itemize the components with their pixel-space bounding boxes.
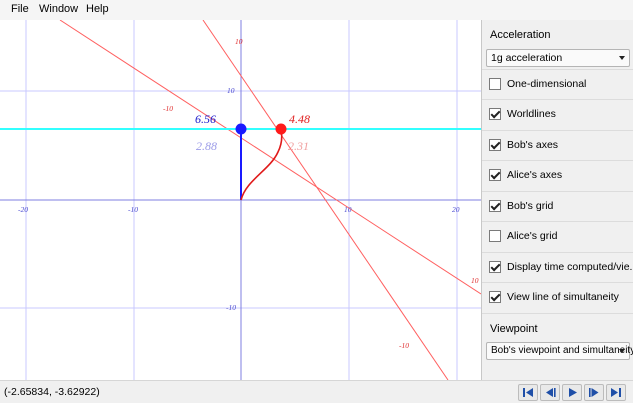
menu-bar: File Window Help [0,0,633,21]
checkbox-one-dimensional[interactable] [489,78,501,90]
tick-y-pos10: 10 [227,86,235,95]
play-icon [569,388,577,397]
alice-time-secondary: 2.31 [288,139,309,153]
skip-to-start-button[interactable] [518,384,538,401]
tick-x-pos10: 10 [344,205,352,214]
checkbox-display-time[interactable] [489,261,501,273]
acceleration-label: Acceleration [490,29,551,41]
checkbox-bobs-axes[interactable] [489,139,501,151]
checkbox-alices-axes[interactable] [489,169,501,181]
checkbox-line-of-simultaneity[interactable] [489,291,501,303]
checkbox-worldlines[interactable] [489,108,501,120]
option-line-of-simultaneity[interactable]: View line of simultaneity [482,282,633,312]
option-bobs-grid[interactable]: Bob's grid [482,191,633,221]
option-display-time[interactable]: Display time computed/vie... [482,252,633,282]
option-bobs-axes[interactable]: Bob's axes [482,130,633,160]
option-alices-axes[interactable]: Alice's axes [482,160,633,190]
acceleration-dropdown[interactable]: 1g acceleration [486,49,630,67]
viewpoint-dropdown-value: Bob's viewpoint and simultaneity [491,345,633,356]
option-worldlines[interactable]: Worldlines [482,99,633,129]
chevron-down-icon [619,349,625,353]
checkbox-bobs-grid[interactable] [489,200,501,212]
spacetime-diagram[interactable]: -20 -10 10 20 10 -10 10 -10 -10 10 6.56 … [0,20,481,380]
tick-x-pos20: 20 [452,205,460,214]
skip-to-end-button[interactable] [606,384,626,401]
skip-to-end-icon [611,388,621,397]
status-bar: (-2.65834, -3.62922) [0,380,633,403]
coordinate-readout: (-2.65834, -3.62922) [4,386,100,398]
option-label: Bob's grid [507,200,554,212]
menu-help[interactable]: Help [86,3,109,15]
option-alices-grid[interactable]: Alice's grid [482,221,633,251]
option-label: Bob's axes [507,139,559,151]
checkbox-alices-grid[interactable] [489,230,501,242]
viewpoint-section: Viewpoint Bob's viewpoint and simultanei… [482,313,633,380]
bob-time-secondary: 2.88 [196,139,217,153]
step-forward-button[interactable] [584,384,604,401]
option-label: Worldlines [507,108,556,120]
tick-x-neg20: -20 [18,205,28,214]
menu-window[interactable]: Window [39,3,78,15]
option-label: View line of simultaneity [507,291,619,303]
alice-tick-x-neg10: -10 [163,104,173,113]
alice-tick-x-pos10: 10 [471,276,479,285]
alice-marker[interactable] [275,123,287,135]
bob-marker[interactable] [235,123,247,135]
spacetime-canvas[interactable]: -20 -10 10 20 10 -10 10 -10 -10 10 6.56 … [0,20,482,380]
step-back-button[interactable] [540,384,560,401]
tick-x-neg10: -10 [128,205,138,214]
viewpoint-dropdown[interactable]: Bob's viewpoint and simultaneity [486,342,633,360]
skip-to-start-icon [523,388,533,397]
option-label: Alice's grid [507,230,558,242]
option-one-dimensional[interactable]: One-dimensional [482,69,633,99]
step-forward-icon [589,388,599,397]
tick-y-neg10: -10 [226,303,236,312]
option-label: One-dimensional [507,78,587,90]
alice-tick-t-neg10: -10 [399,341,409,350]
option-label: Alice's axes [507,169,563,181]
alice-worldline [240,128,283,201]
step-back-icon [546,388,556,397]
alice-time: 4.48 [289,112,310,126]
play-button[interactable] [562,384,582,401]
chevron-down-icon [619,56,625,60]
bob-time: 6.56 [195,112,216,126]
viewpoint-label: Viewpoint [490,323,538,335]
menu-file[interactable]: File [11,3,29,15]
alice-tick-t-pos10: 10 [235,37,243,46]
sidebar-panel: Acceleration 1g acceleration One-dimensi… [482,20,633,380]
acceleration-dropdown-value: 1g acceleration [491,52,563,64]
option-label: Display time computed/vie... [507,261,633,273]
